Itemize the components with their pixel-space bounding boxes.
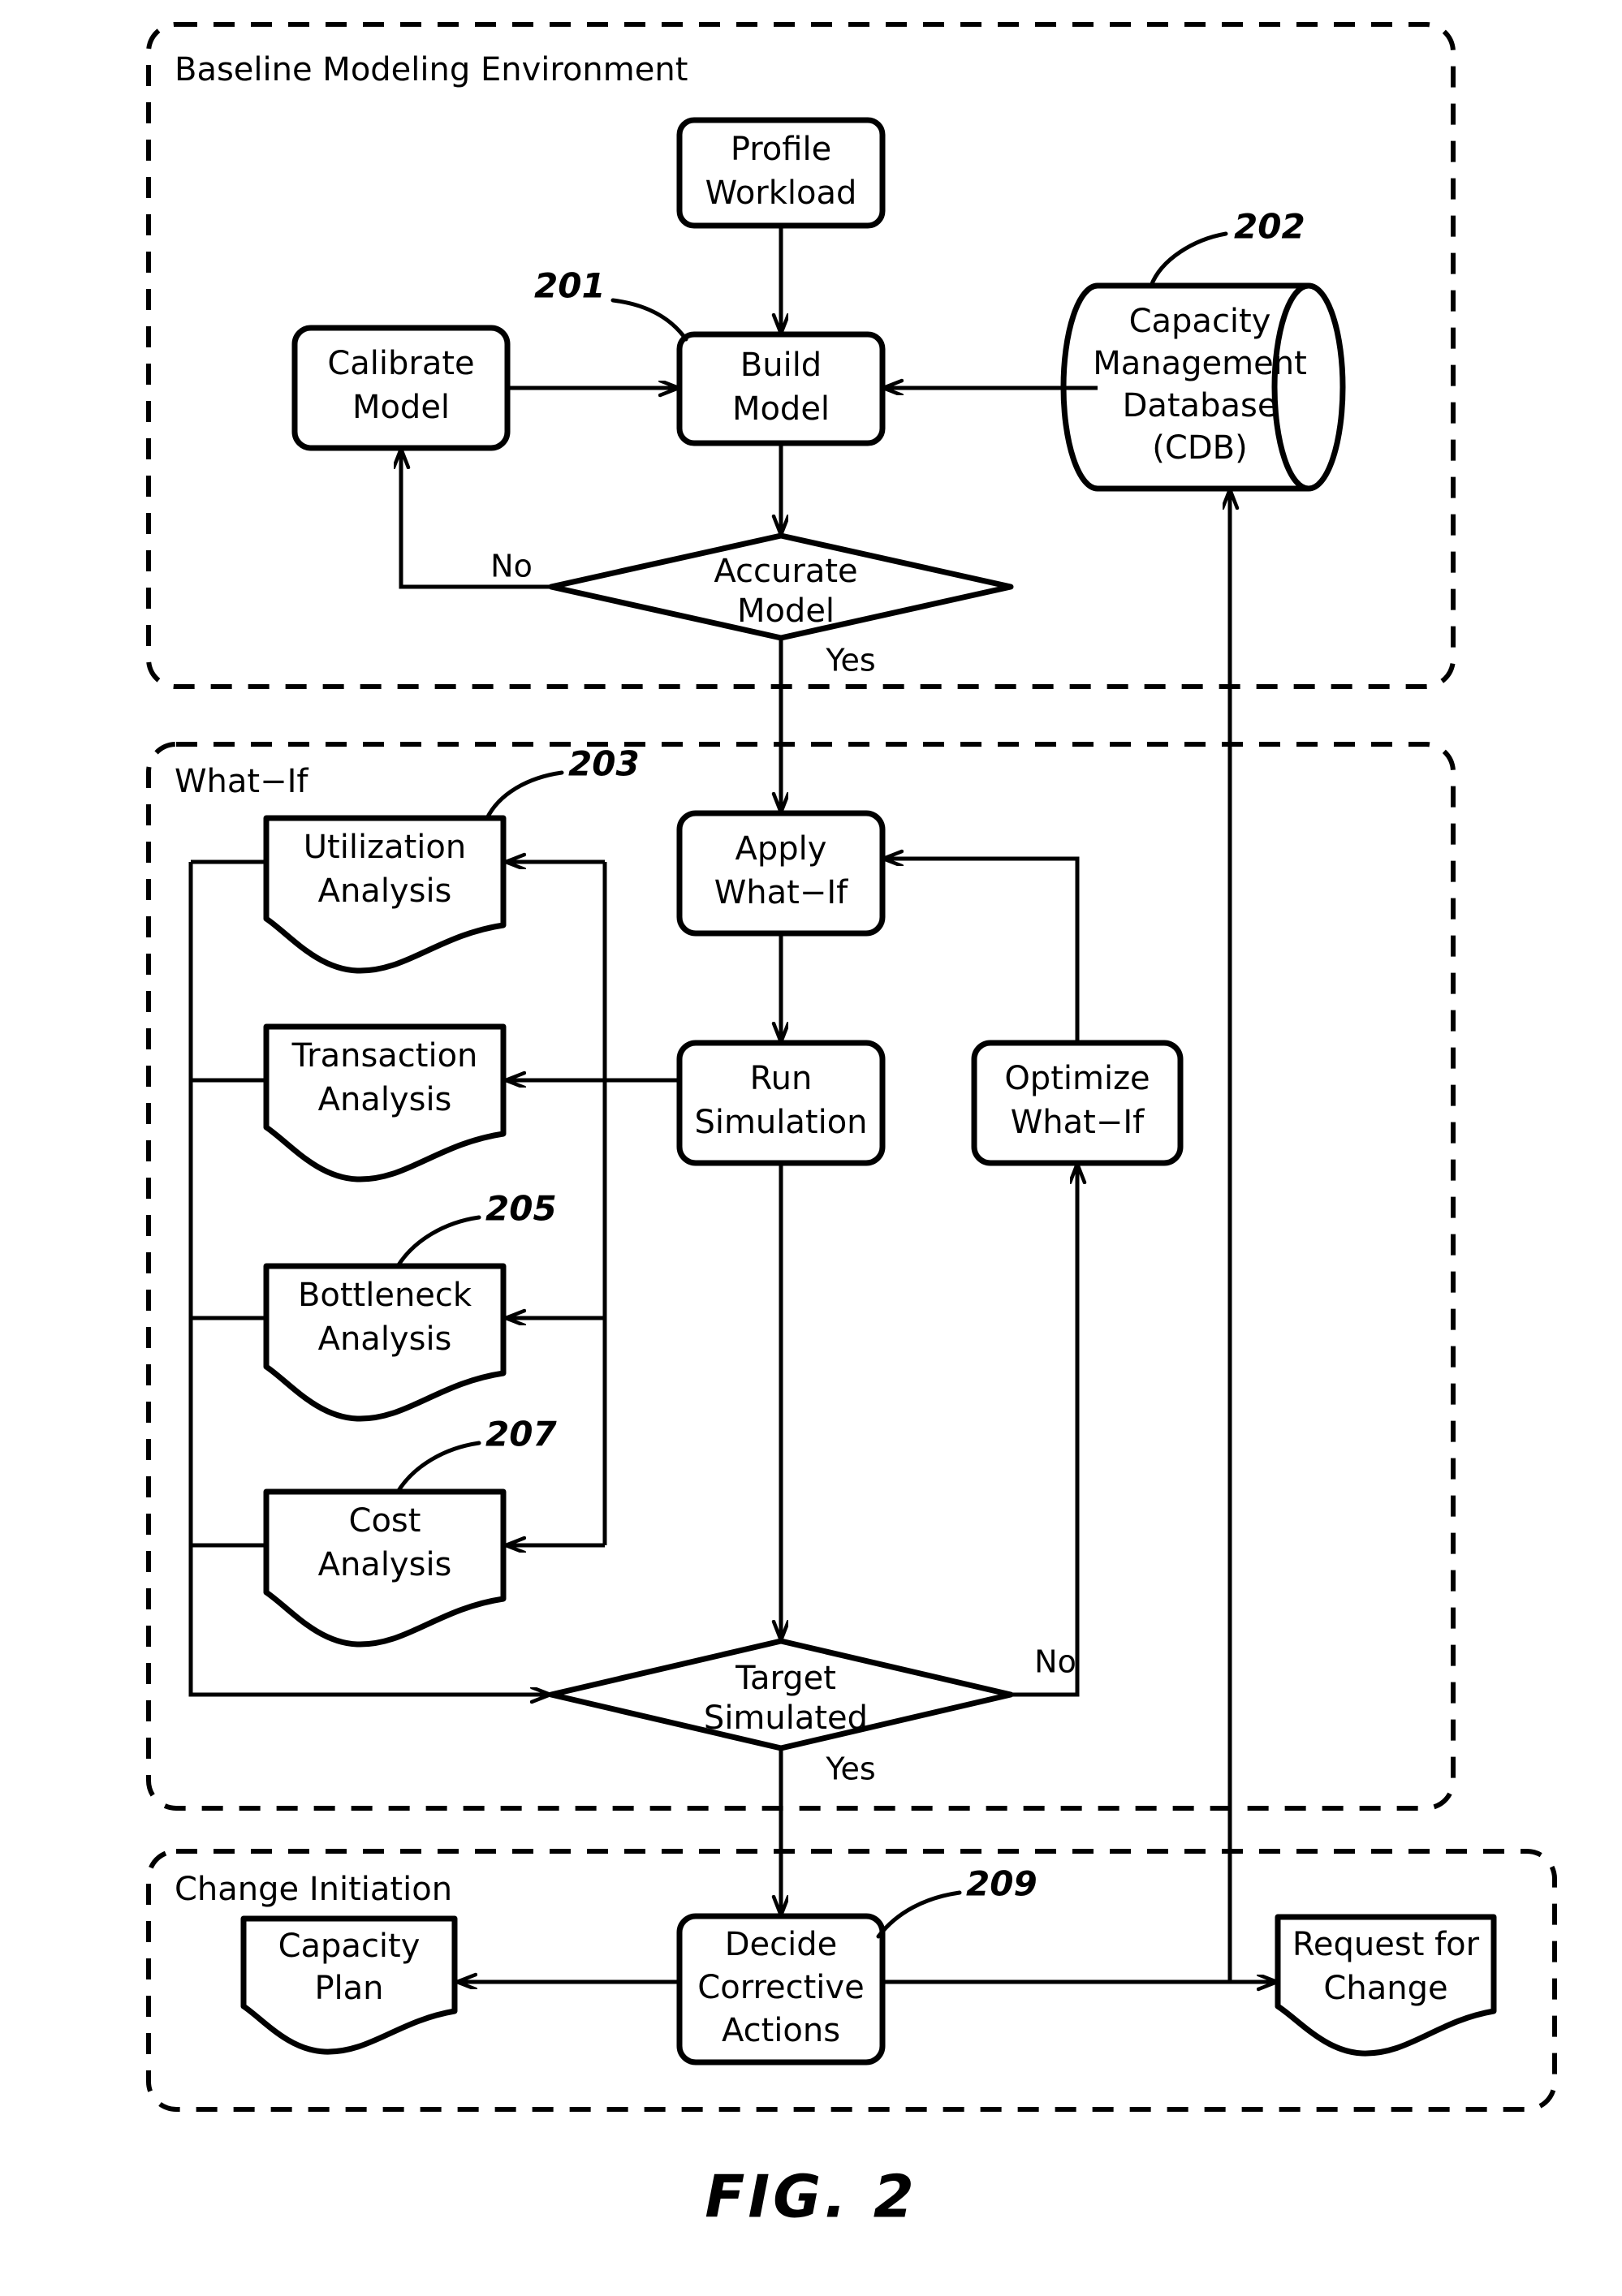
node-capacity-plan-line2: Plan [314,1970,383,2007]
node-calibrate-model-line2: Model [352,389,450,426]
edge-decide-to-cdb-feedback [882,490,1230,1984]
node-cdb-line4: (CDB) [1152,429,1247,467]
node-bottleneck-analysis-line2: Analysis [318,1320,452,1358]
node-transaction-analysis-line1: Transaction [291,1037,478,1075]
node-build-model-line1: Build [740,347,822,384]
node-request-for-change-line2: Change [1323,1970,1447,2007]
node-cost-analysis-line1: Cost [349,1502,421,1540]
node-cdb-line1: Capacity [1129,303,1271,340]
node-target-simulated-line2: Simulated [704,1699,868,1737]
leader-207 [395,1441,481,1494]
node-transaction-analysis-line2: Analysis [318,1081,452,1118]
node-apply-whatif-line2: What−If [714,874,848,911]
edge-target-no-to-optimize [1011,1165,1077,1697]
node-cost-analysis-line2: Analysis [318,1546,452,1583]
refnum-201: 201 [534,266,606,306]
node-calibrate-model-line1: Calibrate [327,345,474,382]
node-target-simulated-line1: Target [735,1660,836,1697]
refnum-203: 203 [568,744,640,784]
node-apply-whatif-line1: Apply [736,830,827,868]
node-utilization-analysis-line1: Utilization [304,829,466,866]
node-optimize-whatif-line1: Optimize [1004,1060,1150,1097]
panel-change-title: Change Initiation [175,1871,452,1908]
node-run-simulation-line2: Simulation [694,1104,867,1141]
edge-label-accurate-no: No [490,549,533,584]
node-capacity-plan-line1: Capacity [278,1928,421,1965]
panel-whatif-title: What−If [175,763,308,800]
node-bottleneck-analysis-line1: Bottleneck [298,1277,472,1314]
node-profile-workload-line1: Profile [731,131,831,168]
node-cdb-line2: Management [1093,345,1307,382]
node-build-model-line2: Model [732,390,830,428]
edge-label-target-no: No [1034,1644,1076,1680]
node-accurate-model-line2: Model [737,592,835,630]
node-cdb-line3: Database [1123,387,1278,424]
node-accurate-model-line1: Accurate [714,553,857,590]
leader-205 [395,1215,481,1269]
node-decide-corrective-line2: Corrective [697,1969,864,2006]
node-optimize-whatif-line2: What−If [1011,1104,1145,1141]
refnum-207: 207 [485,1415,557,1454]
refnum-205: 205 [485,1189,557,1229]
node-utilization-analysis-line2: Analysis [318,872,452,910]
panel-baseline-title: Baseline Modeling Environment [175,51,688,88]
flowchart-svg: Baseline Modeling Environment Profile Wo… [146,22,1557,2231]
leader-209 [876,1890,962,1939]
node-profile-workload-line2: Workload [705,174,857,212]
edge-optimize-to-apply [884,859,1080,1043]
edge-label-accurate-yes: Yes [825,643,875,678]
node-decide-corrective-line1: Decide [725,1926,838,1963]
leader-202 [1149,231,1228,288]
refnum-202: 202 [1234,207,1305,247]
leader-203 [485,770,564,821]
node-decide-corrective-line3: Actions [722,2012,840,2049]
node-run-simulation-line1: Run [750,1060,813,1097]
figure-canvas: Baseline Modeling Environment Profile Wo… [0,0,1622,2296]
leader-201 [610,298,688,342]
figure-caption: FIG. 2 [705,2163,917,2231]
edge-label-target-yes: Yes [825,1751,875,1787]
refnum-209: 209 [966,1864,1037,1904]
node-request-for-change-line1: Request for [1292,1926,1480,1963]
